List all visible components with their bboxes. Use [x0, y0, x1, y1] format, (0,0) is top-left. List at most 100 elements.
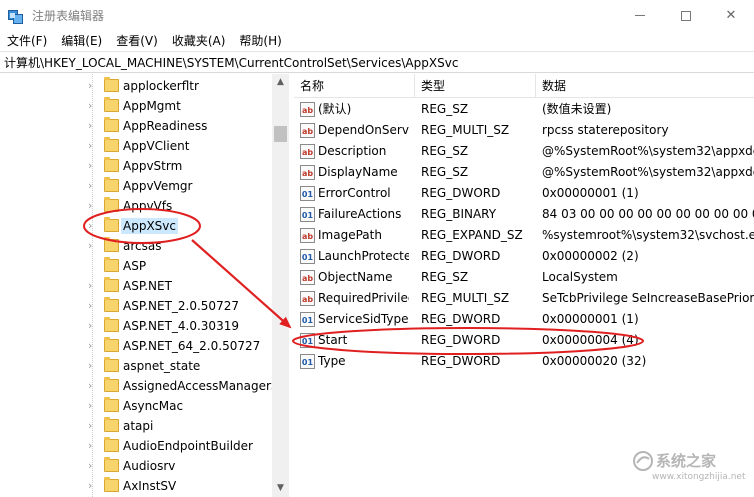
tree-item[interactable]: › AppvStrm [0, 156, 272, 176]
string-value-icon: ab [300, 291, 315, 306]
tree-item[interactable]: › ASP.NET_64_2.0.50727 [0, 336, 272, 356]
value-name: ObjectName [318, 270, 393, 284]
value-name: Type [318, 354, 346, 368]
value-row[interactable]: abDependOnService REG_MULTI_SZ rpcss state… [294, 120, 754, 141]
expand-chevron-icon[interactable]: › [88, 320, 98, 332]
value-row[interactable]: 01 ErrorControl REG_DWORD 0x00000001 (1) [294, 183, 754, 204]
tree-item-label: AxInstSV [123, 479, 177, 493]
tree-item[interactable]: › ASP.NET [0, 276, 272, 296]
minimize-icon [635, 15, 645, 16]
value-row[interactable]: ab ImagePath REG_EXPAND_SZ %systemroot%\sys… [294, 225, 754, 246]
value-row[interactable]: 01 ServiceSidType REG_DWORD 0x00000001 (1) [294, 309, 754, 330]
maximize-button[interactable] [663, 0, 709, 31]
tree-item[interactable]: › AudioEndpointBuilder [0, 436, 272, 456]
tree-item-label: AudioEndpointBuilder [123, 439, 253, 453]
value-name: LaunchProtected [318, 249, 409, 263]
scroll-down-icon[interactable]: ▼ [272, 480, 289, 497]
column-header-name[interactable]: 名称 [294, 74, 415, 98]
menu-file[interactable]: 文件(F) [0, 31, 54, 51]
expand-chevron-icon[interactable]: › [88, 340, 98, 352]
value-data: @%SystemRoot%\system32\appxdeploymentser… [542, 144, 754, 158]
value-data: 0x00000004 (4) [542, 333, 639, 347]
scroll-thumb[interactable] [274, 126, 287, 142]
value-row[interactable]: abRequiredPrivileges REG_MULTI_SZ SeTcbPri… [294, 288, 754, 309]
scroll-up-icon[interactable]: ▲ [272, 74, 289, 91]
value-type: REG_DWORD [421, 333, 501, 347]
value-row[interactable]: 01 Type REG_DWORD 0x00000020 (32) [294, 351, 754, 372]
tree-item[interactable]: › applockerfltr [0, 76, 272, 96]
minimize-button[interactable] [617, 0, 663, 31]
expand-chevron-icon[interactable]: › [88, 460, 98, 472]
tree-item[interactable]: › AppMgmt [0, 96, 272, 116]
column-header-type[interactable]: 类型 [415, 74, 536, 98]
value-type: REG_DWORD [421, 249, 501, 263]
value-row[interactable]: ab ObjectName REG_SZ LocalSystem [294, 267, 754, 288]
value-data: 0x00000001 (1) [542, 186, 639, 200]
tree-item[interactable]: › arcsas [0, 236, 272, 256]
tree-item-label: AppvVemgr [123, 179, 193, 193]
column-header-data[interactable]: 数据 [536, 74, 754, 98]
expand-chevron-icon[interactable]: › [88, 360, 98, 372]
expand-chevron-icon[interactable]: › [88, 220, 98, 232]
expand-chevron-icon[interactable]: › [88, 140, 98, 152]
close-button[interactable]: ✕ [708, 0, 754, 31]
tree-item[interactable]: › AppXSvc [0, 216, 272, 236]
expand-chevron-icon[interactable]: › [88, 380, 98, 392]
expand-chevron-icon[interactable]: › [88, 200, 98, 212]
value-name: DisplayName [318, 165, 398, 179]
value-row[interactable]: ab (默认) REG_SZ (数值未设置) [294, 99, 754, 120]
value-row[interactable]: ab DisplayName REG_SZ @%SystemRoot%\system3… [294, 162, 754, 183]
menu-help[interactable]: 帮助(H) [232, 31, 288, 51]
address-bar[interactable]: 计算机\HKEY_LOCAL_MACHINE\SYSTEM\CurrentCon… [0, 51, 754, 73]
tree-item[interactable]: › AppReadiness [0, 116, 272, 136]
value-data: @%SystemRoot%\system32\appxdeploymentser… [542, 165, 754, 179]
tree-item-label: ASP.NET_2.0.50727 [123, 299, 239, 313]
value-row[interactable]: 01 LaunchProtected REG_DWORD 0x00000002 (2) [294, 246, 754, 267]
expand-chevron-icon[interactable]: › [88, 300, 98, 312]
folder-icon [104, 177, 119, 192]
expand-chevron-icon[interactable]: › [88, 180, 98, 192]
watermark-text: 系统之家 [656, 452, 717, 470]
value-name: ImagePath [318, 228, 382, 242]
value-row[interactable]: 01 Start REG_DWORD 0x00000004 (4) [294, 330, 754, 351]
tree-item-label: AsyncMac [123, 399, 184, 413]
menu-favorites[interactable]: 收藏夹(A) [165, 31, 233, 51]
expand-chevron-icon[interactable]: › [88, 240, 98, 252]
expand-chevron-icon[interactable]: › [88, 420, 98, 432]
menu-view[interactable]: 查看(V) [109, 31, 165, 51]
expand-chevron-icon[interactable]: › [88, 400, 98, 412]
value-row[interactable]: ab Description REG_SZ @%SystemRoot%\system3… [294, 141, 754, 162]
expand-chevron-icon[interactable]: › [88, 80, 98, 92]
value-type: REG_SZ [421, 165, 469, 179]
binary-value-icon: 01 [300, 354, 315, 369]
value-type: REG_MULTI_SZ [421, 291, 510, 305]
value-data: SeTcbPrivilege SeIncreaseBasePriorityPri… [542, 291, 754, 305]
expand-chevron-icon[interactable]: › [88, 480, 98, 492]
expand-chevron-icon[interactable]: › [88, 440, 98, 452]
value-row[interactable]: 01 FailureActions REG_BINARY 84 03 00 00 00… [294, 204, 754, 225]
tree-item[interactable]: › AxInstSV [0, 476, 272, 496]
value-type: REG_SZ [421, 144, 469, 158]
tree-item[interactable]: › ASP.NET_2.0.50727 [0, 296, 272, 316]
tree-item[interactable]: › ASP.NET_4.0.30319 [0, 316, 272, 336]
tree-item[interactable]: › AppVClient [0, 136, 272, 156]
tree-scrollbar[interactable]: ▲ ▼ [272, 74, 289, 497]
tree-item[interactable]: ASP [0, 256, 272, 276]
expand-chevron-icon[interactable]: › [88, 160, 98, 172]
menu-edit[interactable]: 编辑(E) [54, 31, 109, 51]
expand-chevron-icon[interactable]: › [88, 100, 98, 112]
tree-item-label: atapi [123, 419, 154, 433]
tree-item[interactable]: › AppvVfs [0, 196, 272, 216]
expand-chevron-icon[interactable]: › [88, 280, 98, 292]
tree-item[interactable]: › aspnet_state [0, 356, 272, 376]
binary-value-icon: 01 [300, 249, 315, 264]
expand-chevron-icon[interactable]: › [88, 120, 98, 132]
tree-item[interactable]: › atapi [0, 416, 272, 436]
tree-item[interactable]: › AssignedAccessManagerSvc [0, 376, 288, 396]
tree-item-label: Audiosrv [123, 459, 176, 473]
folder-icon [104, 77, 119, 92]
tree-item[interactable]: › AppvVemgr [0, 176, 272, 196]
tree-item[interactable]: › AsyncMac [0, 396, 272, 416]
tree-item[interactable]: › Audiosrv [0, 456, 272, 476]
folder-icon [104, 357, 119, 372]
